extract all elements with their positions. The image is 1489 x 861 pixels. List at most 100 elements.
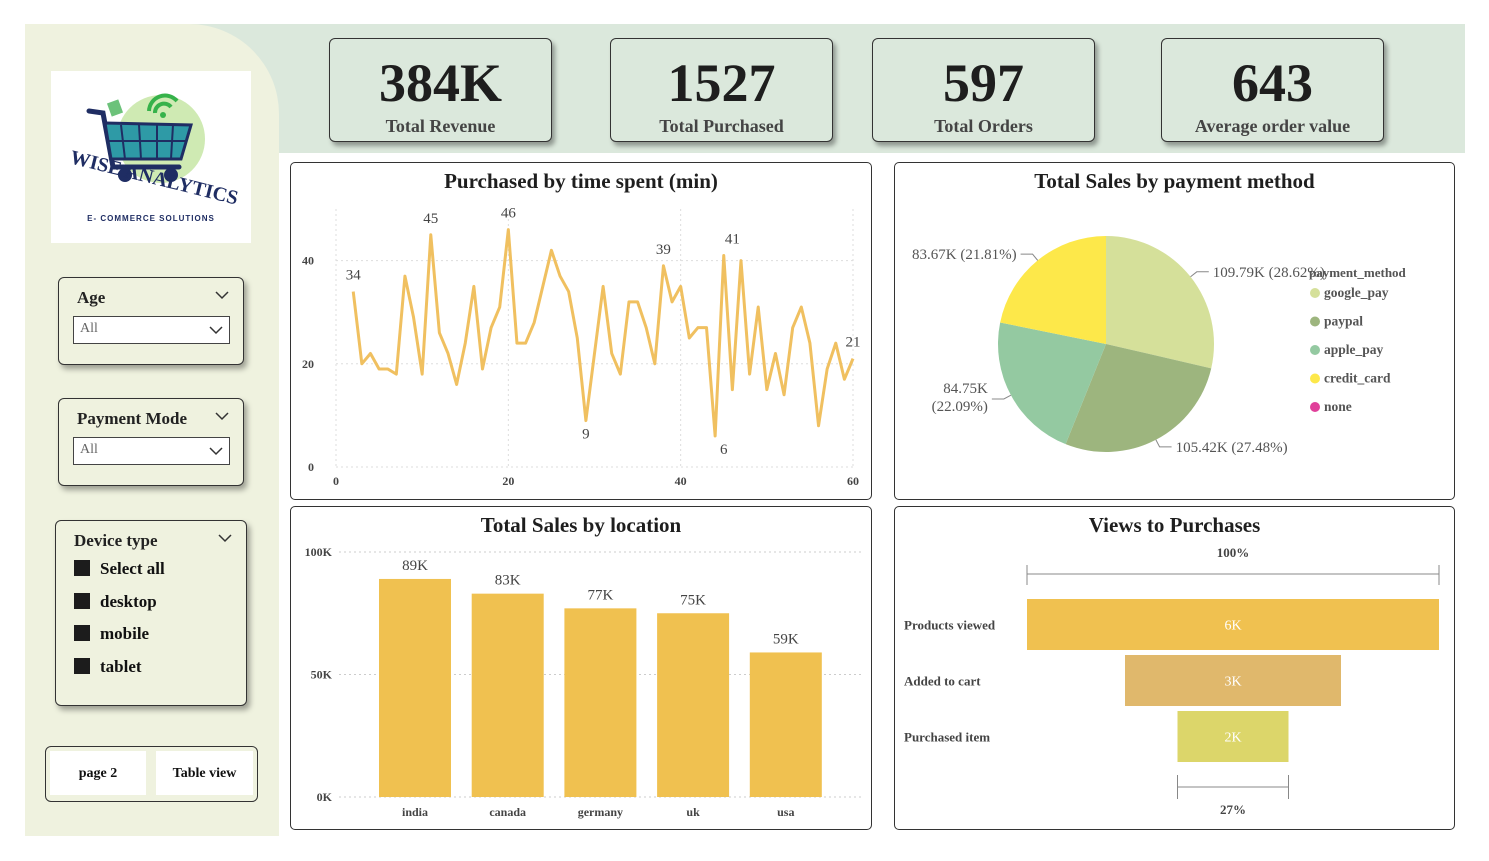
checkbox-icon[interactable] [74, 560, 90, 576]
y-tick-label: 0K [317, 790, 333, 804]
series-line [351, 228, 855, 438]
x-tick-label: 20 [502, 474, 514, 488]
checkbox-icon[interactable] [74, 593, 90, 609]
x-tick-label: 40 [675, 474, 687, 488]
top-percent-label: 100% [1217, 545, 1250, 560]
age-slicer-title: Age [77, 288, 106, 307]
data-label: 9 [582, 427, 590, 443]
x-tick-label: usa [777, 805, 794, 819]
bar-uk[interactable] [657, 613, 730, 797]
age-dropdown[interactable]: All [73, 316, 230, 344]
bar-india[interactable] [379, 578, 451, 797]
kpi-card-total-revenue: 384K Total Revenue [329, 38, 552, 142]
legend-item[interactable]: apple_pay [1324, 342, 1384, 357]
funnel-stage-label: Purchased item [904, 730, 990, 745]
y-tick-label: 40 [302, 254, 314, 268]
legend-item[interactable]: paypal [1324, 314, 1363, 329]
leader-line [991, 394, 1012, 400]
kpi-label: Total Revenue [385, 116, 496, 136]
funnel-value-label: 2K [1224, 731, 1241, 746]
payment-mode-slicer-title: Payment Mode [77, 409, 188, 428]
funnel-stage-label: Products viewed [904, 618, 996, 633]
device-type-slicer-title: Device type [74, 531, 158, 550]
leader-line [1155, 439, 1172, 448]
legend-marker [1310, 316, 1320, 327]
legend-item[interactable]: google_pay [1324, 285, 1389, 300]
leader-line [1190, 271, 1209, 278]
data-label: 89K [402, 558, 428, 574]
data-label: 46 [501, 206, 517, 222]
device-option-mobile[interactable]: mobile [74, 624, 149, 644]
page-navigation: page 2 Table view [45, 746, 258, 802]
data-label: 83K [495, 573, 521, 589]
y-tick-label: 100K [305, 545, 333, 559]
x-tick-label: canada [489, 805, 526, 819]
x-tick-label: 0 [333, 474, 339, 488]
y-tick-label: 0 [308, 460, 314, 474]
kpi-value: 1527 [667, 53, 776, 113]
device-type-slicer[interactable]: Device type Select all desktop mobile ta… [55, 520, 247, 706]
kpi-value: 384K [378, 53, 502, 113]
data-label: 41 [725, 231, 740, 247]
checkbox-icon[interactable] [74, 625, 90, 641]
legend-marker [1310, 402, 1320, 412]
logo: WISE ANALYTICS E- COMMERCE SOLUTIONS [51, 71, 251, 243]
data-label: 39 [656, 242, 671, 258]
kpi-value: 643 [1232, 53, 1313, 113]
x-tick-label: india [402, 805, 428, 819]
legend-marker [1310, 345, 1320, 355]
pie-chart: 109.79K (28.62%)105.42K (27.48%)84.75K(2… [912, 236, 1407, 456]
device-option-desktop[interactable]: desktop [74, 592, 157, 612]
bar-germany[interactable] [564, 608, 637, 797]
device-option-select-all[interactable]: Select all [74, 559, 165, 579]
legend-item[interactable]: credit_card [1324, 371, 1391, 386]
page-2-button[interactable]: page 2 [50, 751, 146, 795]
age-slicer[interactable]: Age All [58, 277, 244, 365]
slice-label: (22.09%) [932, 399, 988, 415]
slice-label: 105.42K (27.48%) [1176, 440, 1288, 456]
table-view-button[interactable]: Table view [156, 751, 253, 795]
kpi-label: Average order value [1194, 116, 1351, 136]
legend-marker [1310, 288, 1320, 298]
bar-usa[interactable] [749, 652, 822, 797]
data-label: 45 [423, 211, 438, 227]
top-bracket [1026, 565, 1440, 585]
checkbox-icon[interactable] [74, 658, 90, 674]
data-label: 6 [720, 442, 728, 458]
funnel-value-label: 6K [1224, 619, 1241, 634]
payment-mode-dropdown-value: All [80, 442, 98, 457]
legend-marker [1310, 373, 1320, 384]
legend-item[interactable]: none [1324, 399, 1352, 414]
payment-mode-dropdown[interactable]: All [73, 437, 230, 465]
payment-mode-slicer[interactable]: Payment Mode All [58, 398, 244, 486]
data-label: 77K [587, 587, 613, 603]
x-tick-label: uk [686, 805, 700, 819]
funnel-chart: 100% 6K Products viewed 3K Added to cart 2K Pu… [904, 545, 1440, 817]
kpi-card-total-orders: 597 Total Orders [872, 38, 1095, 142]
payment-chart-panel: Total Sales by payment method 109.79K (2… [894, 162, 1455, 500]
y-tick-label: 50K [311, 668, 333, 682]
data-label: 34 [346, 268, 362, 284]
chevron-down-icon [209, 447, 223, 456]
data-label: 59K [773, 631, 799, 647]
bar-canada[interactable] [471, 593, 544, 797]
data-label: 75K [680, 592, 706, 608]
legend-title: payment_method [1309, 265, 1407, 280]
kpi-label: Total Orders [934, 116, 1033, 136]
funnel-value-label: 3K [1224, 675, 1241, 690]
slice-label: 84.75K [943, 381, 988, 397]
collapse-chevron-icon[interactable] [218, 533, 232, 543]
bar-chart: 0K 50K 100K 89K india 83K canada 77K germany 75K u… [305, 545, 861, 819]
location-chart-panel: Total Sales by location 0K 50K 100K 89K indi… [290, 506, 872, 830]
bottom-bracket [1177, 775, 1289, 799]
data-label: 21 [846, 335, 861, 351]
funnel-stage-label: Added to cart [904, 674, 981, 689]
kpi-card-average-order-value: 643 Average order value [1161, 38, 1384, 142]
logo-tagline: E- COMMERCE SOLUTIONS [87, 214, 215, 223]
slice-label: 83.67K (21.81%) [912, 247, 1017, 263]
collapse-chevron-icon[interactable] [215, 290, 229, 300]
device-option-tablet[interactable]: tablet [74, 657, 142, 677]
collapse-chevron-icon[interactable] [215, 411, 229, 421]
kpi-value: 597 [943, 53, 1024, 113]
chevron-down-icon [209, 326, 223, 335]
